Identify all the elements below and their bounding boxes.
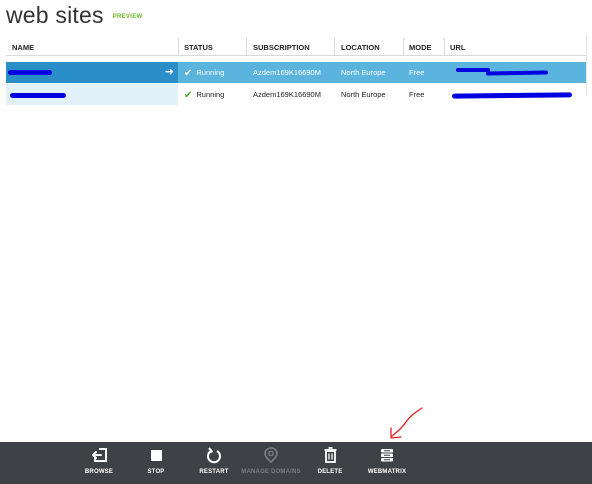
- column-divider: [334, 38, 335, 55]
- grid-header: NAME STATUS SUBSCRIPTION LOCATION MODE U…: [6, 38, 586, 56]
- webmatrix-label: WEBMATRIX: [367, 469, 407, 475]
- web-sites-page: web sites PREVIEW NAME STATUS SUBSCRIPTI…: [0, 0, 592, 484]
- redaction-mark: [456, 68, 490, 72]
- site-name-cell[interactable]: [6, 84, 178, 105]
- restart-button[interactable]: RESTART: [194, 442, 234, 484]
- column-divider: [246, 38, 247, 55]
- mode-cell: Free: [409, 90, 425, 99]
- redaction-mark: [8, 70, 52, 75]
- status-cell: ✔ Running: [184, 62, 224, 83]
- status-text: Running: [196, 68, 225, 77]
- webmatrix-button[interactable]: WEBMATRIX: [364, 442, 410, 484]
- delete-label: DELETE: [317, 469, 343, 475]
- location-cell: North Europe: [341, 90, 386, 99]
- manage-domains-button[interactable]: MANAGE DOMAINS: [240, 442, 302, 484]
- redaction-mark: [451, 92, 573, 99]
- table-row[interactable]: ✔ Running Azdem169K16690M North Europe Fr…: [6, 84, 586, 105]
- restart-icon: [207, 447, 221, 464]
- browse-icon: [92, 448, 107, 462]
- browse-label: BROWSE: [84, 469, 114, 475]
- column-header-status[interactable]: STATUS: [184, 43, 213, 53]
- page-header: web sites PREVIEW: [6, 2, 142, 32]
- mode-cell: Free: [409, 68, 425, 77]
- web-sites-grid: NAME STATUS SUBSCRIPTION LOCATION MODE U…: [6, 38, 586, 105]
- restart-label: RESTART: [199, 469, 229, 475]
- running-check-icon: ✔: [184, 68, 193, 79]
- redaction-mark: [10, 93, 66, 98]
- subscription-cell: Azdem169K16690M: [253, 90, 321, 99]
- running-check-icon: ✔: [184, 90, 193, 101]
- redaction-mark: [485, 70, 549, 76]
- subscription-cell: Azdem169K16690M: [253, 68, 321, 77]
- table-row-selected[interactable]: ➜ ✔ Running Azdem169K16690M North Europe …: [6, 62, 586, 83]
- manage-domains-icon: [264, 447, 278, 464]
- delete-button[interactable]: DELETE: [312, 442, 348, 484]
- webmatrix-icon: [381, 449, 393, 462]
- stop-icon: [151, 450, 162, 461]
- manage-domains-label: MANAGE DOMAINS: [241, 469, 301, 475]
- annotation-arrow-icon: [390, 407, 423, 439]
- stop-button[interactable]: STOP: [138, 442, 174, 484]
- column-divider: [178, 38, 179, 55]
- column-header-name[interactable]: NAME: [12, 43, 34, 53]
- preview-badge: PREVIEW: [112, 14, 143, 20]
- column-divider: [444, 38, 445, 55]
- site-name-cell[interactable]: ➜: [6, 62, 178, 83]
- column-divider: [403, 38, 404, 55]
- status-text: Running: [196, 90, 225, 99]
- column-header-location[interactable]: LOCATION: [341, 43, 380, 53]
- page-title: web sites: [6, 2, 104, 28]
- stop-label: STOP: [147, 469, 165, 475]
- command-bar: BROWSE STOP RESTART MANAGE DOMAINS DELET…: [0, 442, 592, 484]
- column-header-url[interactable]: URL: [450, 43, 465, 53]
- browse-button[interactable]: BROWSE: [80, 442, 118, 484]
- location-cell: North Europe: [341, 68, 386, 77]
- column-header-subscription[interactable]: SUBSCRIPTION: [253, 43, 310, 53]
- column-header-mode[interactable]: MODE: [409, 43, 432, 53]
- delete-icon: [324, 447, 337, 463]
- go-arrow-icon[interactable]: ➜: [165, 62, 174, 83]
- scrollbar-track[interactable]: [586, 36, 587, 96]
- status-cell: ✔ Running: [184, 84, 224, 105]
